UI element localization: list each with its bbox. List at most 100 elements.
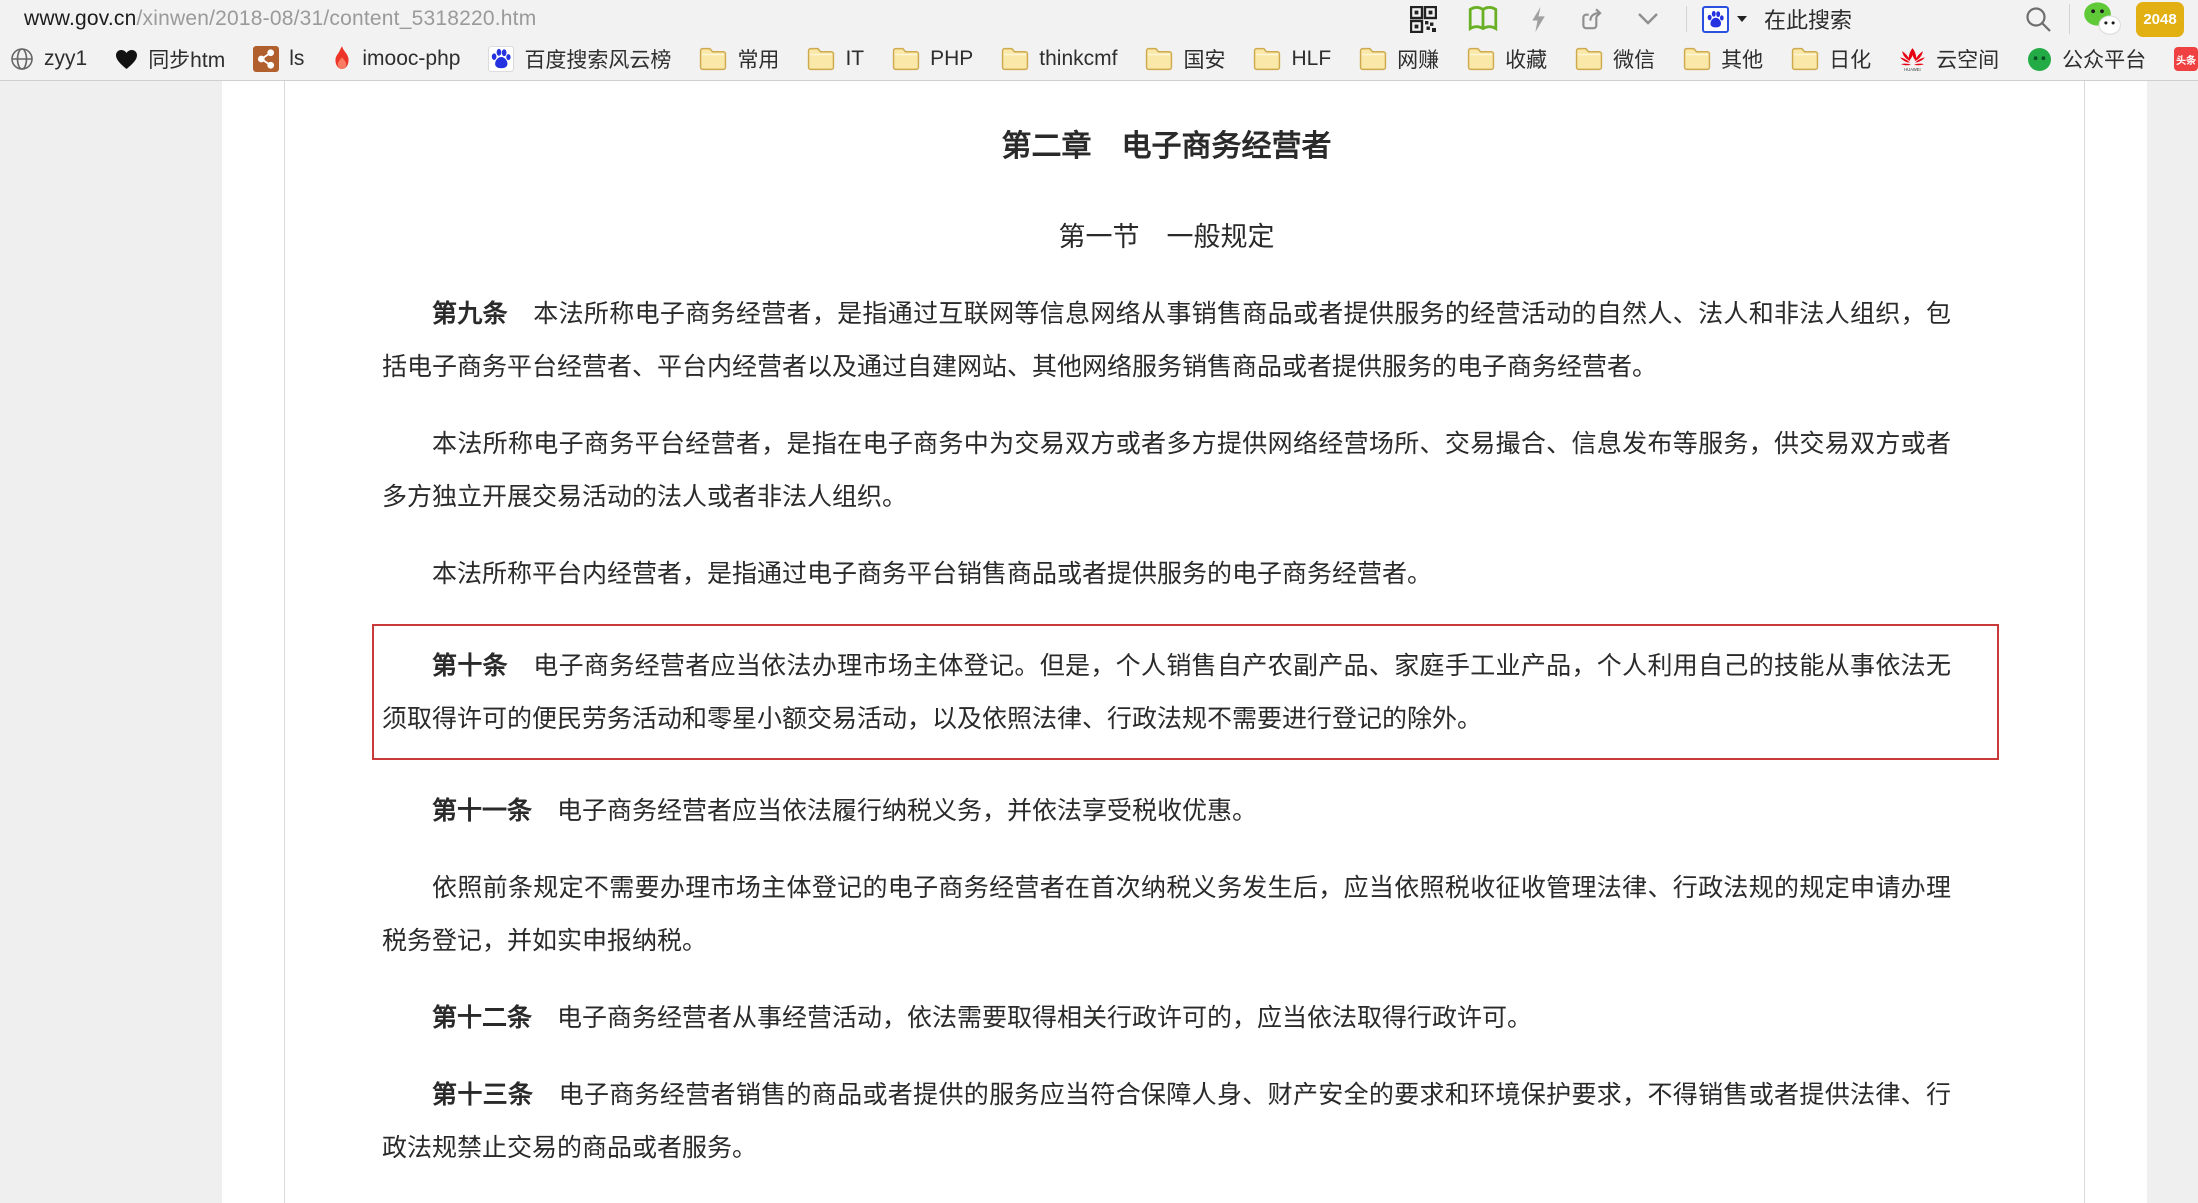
share-icon[interactable] xyxy=(1578,5,1606,33)
article-body: 第九条 本法所称电子商务经营者，是指通过互联网等信息网络从事销售商品或者提供服务… xyxy=(382,287,1951,1174)
url-host: www.gov.cn xyxy=(24,7,137,30)
bookmark-item[interactable]: IT xyxy=(807,47,864,71)
bookmark-label: zyy1 xyxy=(44,47,87,71)
flame-icon xyxy=(332,46,352,72)
paragraph-text: 依照前条规定不需要办理市场主体登记的电子商务经营者在首次纳税义务发生后，应当依照… xyxy=(382,873,1951,955)
section-title: 第一节 一般规定 xyxy=(382,215,1951,254)
article-paragraph: 本法所称电子商务平台经营者，是指在电子商务中为交易双方或者多方提供网络经营场所、… xyxy=(382,417,1951,523)
bookmark-label: PHP xyxy=(930,47,973,71)
bookmark-label: 微信 xyxy=(1613,44,1655,74)
article-paragraph: 第九条 本法所称电子商务经营者，是指通过互联网等信息网络从事销售商品或者提供服务… xyxy=(382,287,1951,393)
bookmark-label: 同步htm xyxy=(148,44,225,74)
highlight-box: 第十条 电子商务经营者应当依法办理市场主体登记。但是，个人销售自产农副产品、家庭… xyxy=(372,624,1999,760)
article-paragraph: 第十一条 电子商务经营者应当依法履行纳税义务，并依法享受税收优惠。 xyxy=(382,784,1951,837)
baidu-paw-icon xyxy=(488,46,514,72)
toutiao-icon: 头条 xyxy=(2174,47,2198,71)
article: 第二章 电子商务经营者 第一节 一般规定 第九条 本法所称电子商务经营者，是指通… xyxy=(382,121,1951,1174)
addressbar-actions: 在此搜索 2048 xyxy=(1410,1,2184,37)
share-nodes-icon xyxy=(253,46,279,72)
huawei-icon: HUAWEI xyxy=(1899,47,1926,72)
baidu-engine-icon[interactable] xyxy=(1702,6,1729,33)
folder-icon xyxy=(1467,47,1495,71)
folder-icon xyxy=(699,47,727,71)
paragraph-text: 本法所称电子商务经营者，是指通过互联网等信息网络从事销售商品或者提供服务的经营活… xyxy=(382,299,1951,381)
folder-icon xyxy=(1359,47,1387,71)
svg-text:HUAWEI: HUAWEI xyxy=(1904,66,1920,71)
toolbar-divider-2 xyxy=(2069,4,2070,34)
folder-icon xyxy=(807,47,835,71)
bookmark-item[interactable]: PHP xyxy=(892,47,973,71)
quick-search: 在此搜索 xyxy=(1687,3,2069,35)
page-left-gutter xyxy=(222,81,285,1203)
paragraph-text: 本法所称电子商务平台经营者，是指在电子商务中为交易双方或者多方提供网络经营场所、… xyxy=(382,429,1951,511)
toolbar-icons xyxy=(1410,5,1660,33)
url-field[interactable]: www.gov.cn/xinwen/2018-08/31/content_531… xyxy=(24,7,536,31)
bookmark-item[interactable]: ls xyxy=(253,46,304,72)
bookmark-label: thinkcmf xyxy=(1039,47,1117,71)
bookmark-item[interactable]: 公众平台 xyxy=(2027,44,2146,74)
browser-viewport: 第二章 电子商务经营者 第一节 一般规定 第九条 本法所称电子商务经营者，是指通… xyxy=(0,81,2198,1203)
search-input[interactable]: 在此搜索 xyxy=(1764,3,2023,35)
address-bar: www.gov.cn/xinwen/2018-08/31/content_531… xyxy=(0,0,2198,38)
bookmark-label: HLF xyxy=(1291,47,1331,71)
bookmark-item[interactable]: 收藏 xyxy=(1467,44,1547,74)
bookmark-label: 网赚 xyxy=(1397,44,1439,74)
article-paragraph: 依照前条规定不需要办理市场主体登记的电子商务经营者在首次纳税义务发生后，应当依照… xyxy=(382,861,1951,967)
bookmark-label: imooc-php xyxy=(362,47,460,71)
bookmark-label: 常用 xyxy=(737,44,779,74)
heart-icon xyxy=(115,49,138,70)
reader-mode-book-icon[interactable] xyxy=(1467,5,1499,33)
bookmark-label: 百度搜索风云榜 xyxy=(524,44,671,74)
bookmark-label: IT xyxy=(845,47,864,71)
globe-icon xyxy=(10,47,34,71)
bookmark-label: 其他 xyxy=(1721,44,1763,74)
bookmark-item[interactable]: imooc-php xyxy=(332,46,460,72)
bookmark-item[interactable]: 日化 xyxy=(1791,44,1871,74)
bookmark-item[interactable]: 国安 xyxy=(1145,44,1225,74)
bookmark-item[interactable]: HUAWEI云空间 xyxy=(1899,44,1999,74)
bookmark-item[interactable]: 网赚 xyxy=(1359,44,1439,74)
folder-icon xyxy=(1575,47,1603,71)
url-path: /xinwen/2018-08/31/content_5318220.htm xyxy=(137,7,537,30)
bookmark-item[interactable]: 其他 xyxy=(1683,44,1763,74)
chevron-down-icon[interactable] xyxy=(1636,12,1660,26)
bookmark-item[interactable]: thinkcmf xyxy=(1001,47,1117,71)
paragraph-text: 本法所称平台内经营者，是指通过电子商务平台销售商品或者提供服务的电子商务经营者。 xyxy=(432,559,1432,588)
bookmark-item[interactable]: 微信 xyxy=(1575,44,1655,74)
lightning-icon[interactable] xyxy=(1529,6,1548,33)
bookmark-label: 日化 xyxy=(1829,44,1871,74)
folder-icon xyxy=(1145,47,1173,71)
article-number: 第十二条 xyxy=(432,1003,532,1032)
wechat-round-icon xyxy=(2027,47,2052,72)
folder-icon xyxy=(892,47,920,71)
paragraph-text: 电子商务经营者销售的商品或者提供的服务应当符合保障人身、财产安全的要求和环境保护… xyxy=(382,1080,1951,1162)
folder-icon xyxy=(1253,47,1281,71)
bookmark-item[interactable]: HLF xyxy=(1253,47,1331,71)
page: 第二章 电子商务经营者 第一节 一般规定 第九条 本法所称电子商务经营者，是指通… xyxy=(285,81,2084,1203)
chapter-title: 第二章 电子商务经营者 xyxy=(382,121,1951,165)
article-number: 第十条 xyxy=(432,651,508,680)
bookmark-label: 国安 xyxy=(1183,44,1225,74)
bookmarks-bar: zyy1 同步htm ls imooc-php 百度搜索风云榜 常用 IT PHP thinkc… xyxy=(0,38,2198,81)
article-paragraph: 第十条 电子商务经营者应当依法办理市场主体登记。但是，个人销售自产农副产品、家庭… xyxy=(382,639,1951,745)
bookmark-item[interactable]: zyy1 xyxy=(10,47,87,71)
article-paragraph: 第十二条 电子商务经营者从事经营活动，依法需要取得相关行政许可的，应当依法取得行… xyxy=(382,991,1951,1044)
engine-dropdown-caret-icon[interactable] xyxy=(1737,16,1747,22)
folder-icon xyxy=(1001,47,1029,71)
game-2048-badge[interactable]: 2048 xyxy=(2136,2,2184,37)
bookmark-item[interactable]: 百度搜索风云榜 xyxy=(488,44,671,74)
qr-code-icon[interactable] xyxy=(1410,6,1437,33)
paragraph-text: 电子商务经营者应当依法履行纳税义务，并依法享受税收优惠。 xyxy=(532,796,1257,825)
bookmark-label: ls xyxy=(289,47,304,71)
folder-icon xyxy=(1791,47,1819,71)
article-paragraph: 第十三条 电子商务经营者销售的商品或者提供的服务应当符合保障人身、财产安全的要求… xyxy=(382,1068,1951,1174)
wechat-icon[interactable] xyxy=(2082,1,2122,37)
bookmark-item[interactable]: 同步htm xyxy=(115,44,225,74)
page-right-gutter xyxy=(2084,81,2147,1203)
bookmark-item[interactable]: 常用 xyxy=(699,44,779,74)
article-number: 第九条 xyxy=(432,299,508,328)
article-number: 第十三条 xyxy=(432,1080,533,1109)
page-right-margin xyxy=(2147,81,2198,1203)
search-icon[interactable] xyxy=(2023,4,2053,34)
bookmark-item[interactable]: 头条头条 xyxy=(2174,44,2198,74)
